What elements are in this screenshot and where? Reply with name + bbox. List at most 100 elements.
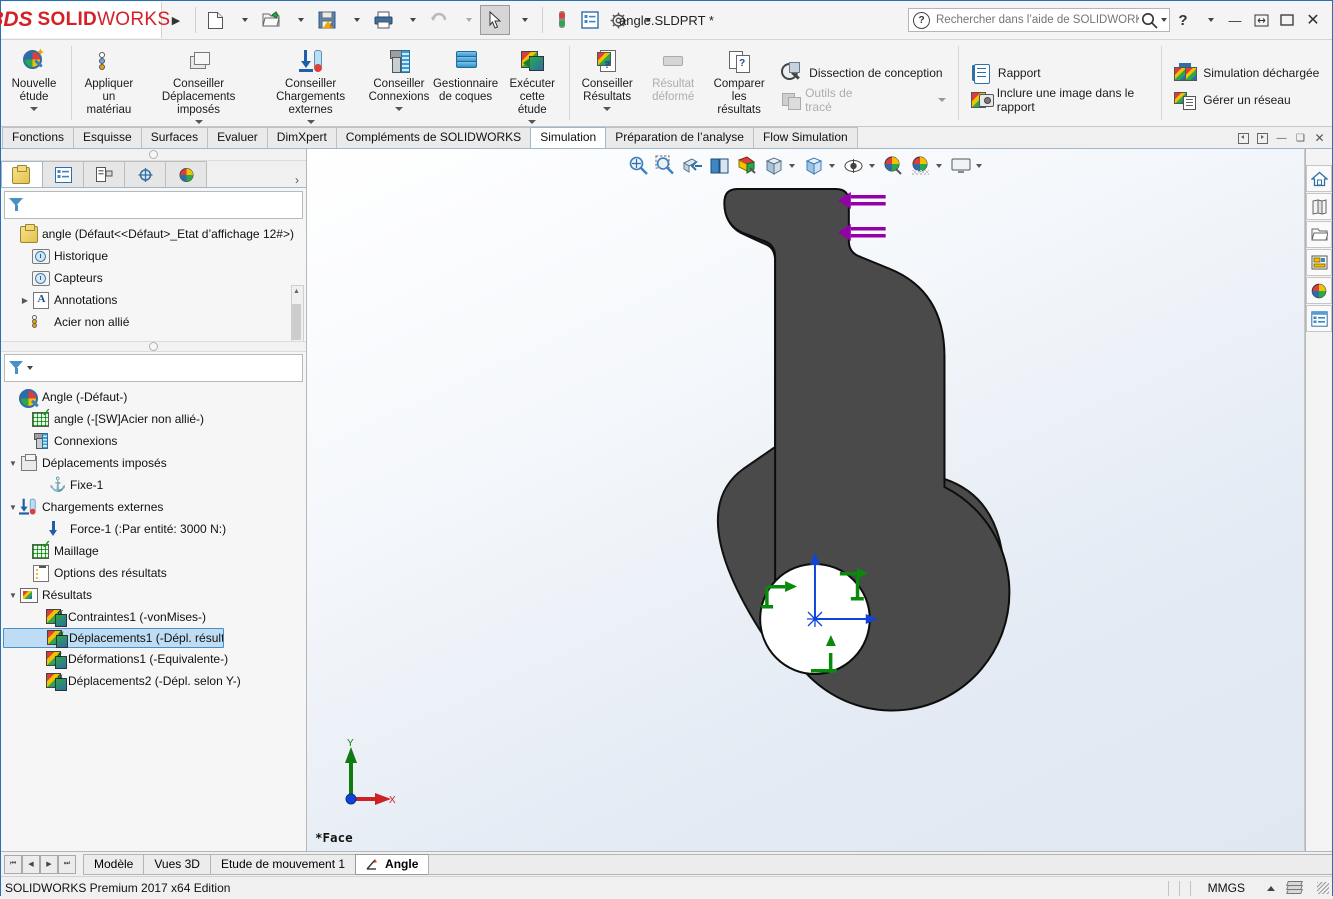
search-input[interactable] xyxy=(934,13,1141,27)
save-document-button[interactable]: ! xyxy=(313,6,341,34)
panel-collapse-left-button[interactable] xyxy=(1235,130,1252,146)
help-search-box[interactable]: ? xyxy=(908,8,1170,32)
tab-preparation-analyse[interactable]: Préparation de l’analyse xyxy=(605,127,754,148)
tab-fonctions[interactable]: Fonctions xyxy=(2,127,75,148)
tree-item-historique[interactable]: Historique xyxy=(3,245,306,267)
design-insight-button[interactable]: Dissection de conception xyxy=(776,59,954,86)
tree-splitter[interactable] xyxy=(1,341,306,352)
tab-simulation[interactable]: Simulation xyxy=(530,127,607,148)
view-settings-button[interactable] xyxy=(948,153,974,179)
panel-collapse-right-button[interactable] xyxy=(1254,130,1271,146)
options-dropdown[interactable] xyxy=(632,6,660,34)
twisty-expanded-3[interactable]: ▼ xyxy=(7,589,19,601)
tree-item-fixtures[interactable]: ▼ Déplacements imposés xyxy=(3,452,306,474)
tree-item-deplacements1[interactable]: u Déplacements1 (-Dépl. résultant-) xyxy=(3,628,224,648)
appearances-button[interactable] xyxy=(1306,193,1332,220)
section-view-button[interactable] xyxy=(680,153,706,179)
apply-scene-dropdown[interactable] xyxy=(935,153,947,179)
open-document-dropdown[interactable] xyxy=(285,6,313,34)
external-loads-advisor-dropdown[interactable] xyxy=(306,120,315,124)
shell-manager-button[interactable]: Gestionnaire de coques xyxy=(432,43,499,104)
apply-material-button[interactable]: Appliquer un matériau xyxy=(76,43,142,117)
layers-icon[interactable] xyxy=(1285,880,1303,896)
tab-surfaces[interactable]: Surfaces xyxy=(140,127,209,148)
zoom-to-area-button[interactable] xyxy=(653,153,679,179)
tab-esquisse[interactable]: Esquisse xyxy=(73,127,142,148)
apply-scene-button[interactable] xyxy=(908,153,934,179)
tree-item-annotations[interactable]: ▶ Annotations xyxy=(3,289,306,311)
external-loads-advisor-button[interactable]: Conseiller Chargements externes xyxy=(255,43,366,124)
view-orientation-menu-button[interactable] xyxy=(761,153,787,179)
document-minimize-button[interactable]: — xyxy=(1273,130,1290,146)
view-settings-dropdown[interactable] xyxy=(975,153,987,179)
display-style-button[interactable] xyxy=(801,153,827,179)
feature-manager-tab[interactable] xyxy=(1,161,43,187)
feature-tree-filter[interactable] xyxy=(4,191,303,219)
tab-dimxpert[interactable]: DimXpert xyxy=(266,127,337,148)
help-dropdown[interactable] xyxy=(1196,7,1222,33)
save-document-dropdown[interactable] xyxy=(341,6,369,34)
doc-tab-vues3d[interactable]: Vues 3D xyxy=(143,853,211,875)
tree-item-force-1[interactable]: Force-1 (:Par entité: 3000 N:) xyxy=(3,518,306,540)
dimxpert-manager-tab[interactable] xyxy=(124,161,166,187)
doc-tab-angle[interactable]: Angle xyxy=(355,853,430,875)
report-button[interactable]: Rapport xyxy=(967,59,1157,86)
display-manager-tab[interactable] xyxy=(165,161,207,187)
tree-item-result-options[interactable]: Options des résultats xyxy=(3,562,306,584)
run-study-button[interactable]: Exécuter cette étude xyxy=(499,43,565,124)
manager-tab-expand-chevron[interactable]: › xyxy=(295,173,306,187)
undo-dropdown[interactable] xyxy=(453,6,481,34)
document-close-button[interactable]: ✕ xyxy=(1311,130,1328,146)
include-image-report-button[interactable]: Inclure une image dans le rapport xyxy=(967,86,1157,114)
decals-button[interactable] xyxy=(1306,249,1332,276)
tree-item-deformations1[interactable]: ε Déformations1 (-Equivalente-) xyxy=(3,648,306,670)
new-study-dropdown[interactable] xyxy=(30,107,38,111)
scroll-up-arrow[interactable]: ▲ xyxy=(292,286,301,297)
doc-tab-etude-mouvement[interactable]: Etude de mouvement 1 xyxy=(209,853,357,875)
expand-menu-button[interactable]: ▶ xyxy=(162,6,190,34)
tree-item-connexions[interactable]: Connexions xyxy=(3,430,306,452)
plot-tools-dropdown[interactable] xyxy=(938,97,947,102)
scroll-thumb[interactable] xyxy=(292,304,301,340)
tree-item-study[interactable]: Angle (-Défaut-) xyxy=(3,386,306,408)
results-advisor-dropdown[interactable] xyxy=(603,107,612,111)
custom-properties-button[interactable] xyxy=(1306,305,1332,332)
tree-item-external-loads[interactable]: ▼ Chargements externes xyxy=(3,496,306,518)
help-button[interactable]: ? xyxy=(1170,7,1196,33)
display-sphere-button[interactable] xyxy=(1306,277,1332,304)
maximize-button[interactable] xyxy=(1274,7,1300,33)
tree-item-maillage[interactable]: ✓ Maillage xyxy=(3,540,306,562)
twisty-collapsed[interactable]: ▶ xyxy=(19,294,31,306)
tree-item-results-folder[interactable]: ▼ Résultats xyxy=(3,584,306,606)
print-document-button[interactable] xyxy=(369,6,397,34)
manage-network-button[interactable]: Gérer un réseau xyxy=(1170,86,1332,113)
close-button[interactable]: ✕ xyxy=(1300,7,1326,33)
window-resize-grip[interactable] xyxy=(1317,882,1329,894)
compare-results-button[interactable]: ? Comparer les résultats xyxy=(706,43,772,117)
new-document-button[interactable] xyxy=(201,6,229,34)
search-dropdown-caret[interactable] xyxy=(1161,18,1167,22)
select-tool-button[interactable] xyxy=(480,5,510,35)
twisty-expanded-2[interactable]: ▼ xyxy=(7,501,19,513)
tab-evaluer[interactable]: Evaluer xyxy=(207,127,268,148)
tree-item-fixe-1[interactable]: ⚓ Fixe-1 xyxy=(3,474,306,496)
fixtures-advisor-dropdown[interactable] xyxy=(194,120,203,124)
units-caret-icon[interactable] xyxy=(1267,885,1275,891)
panel-top-grip[interactable] xyxy=(1,149,306,161)
tree-item-capteurs[interactable]: Capteurs xyxy=(3,267,306,289)
tree-item-part[interactable]: angle (Défaut<<Défaut>_Etat d’affichage … xyxy=(3,223,306,245)
property-manager-tab[interactable] xyxy=(42,161,84,187)
tab-nav-last[interactable]: ⏭ xyxy=(58,854,76,874)
restore-button[interactable] xyxy=(1248,7,1274,33)
new-study-button[interactable]: ✦ Nouvelle étude xyxy=(1,43,67,111)
viewport-canvas[interactable]: Y X *Face xyxy=(307,149,1305,851)
tree-item-body-material[interactable]: ✓ angle (-[SW]Acier non allié-) xyxy=(3,408,306,430)
edit-appearance-button[interactable] xyxy=(881,153,907,179)
tree-item-contraintes1[interactable]: σ Contraintes1 (-vonMises-) xyxy=(3,606,306,628)
deformed-result-button[interactable]: Résultat déformé xyxy=(640,43,706,104)
offloaded-simulation-button[interactable]: Simulation déchargée xyxy=(1170,59,1332,86)
rebuild-traffic-light-icon[interactable] xyxy=(548,6,576,34)
new-document-dropdown[interactable] xyxy=(229,6,257,34)
feature-tree-scrollbar[interactable]: ▲ ▼ xyxy=(291,285,304,341)
filter-dropdown-caret[interactable] xyxy=(27,366,33,370)
